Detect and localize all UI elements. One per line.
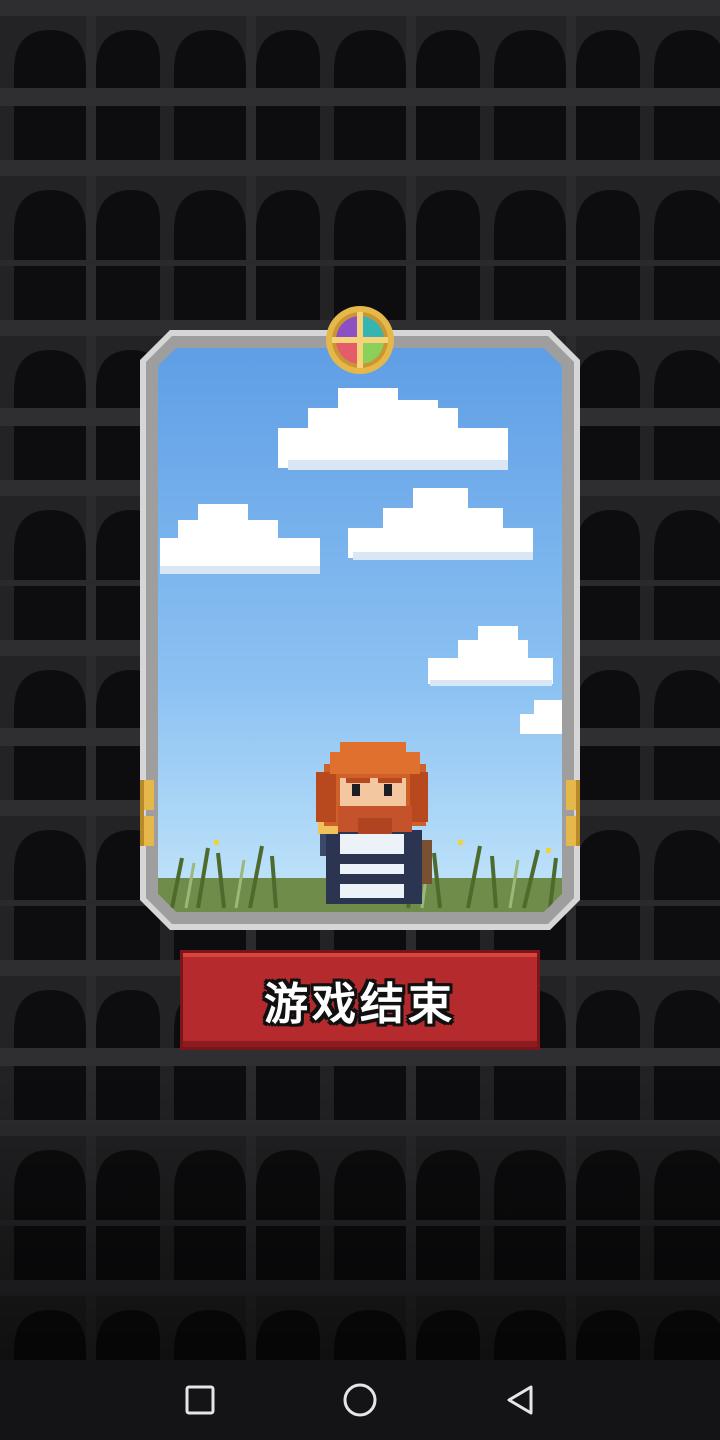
quad-gem-emblem-icon (326, 306, 394, 374)
right-gold-tab-icon (566, 780, 580, 846)
square-icon (185, 1385, 215, 1415)
back-button[interactable] (498, 1378, 542, 1422)
home-button[interactable] (338, 1378, 382, 1422)
left-gold-tab-icon (140, 780, 154, 846)
circle-icon (343, 1383, 377, 1417)
character-card (140, 306, 580, 930)
recent-apps-button[interactable] (178, 1378, 222, 1422)
game-over-button[interactable]: 游戏结束 (180, 950, 540, 1050)
sky-scene (158, 348, 562, 912)
red-bearded-warrior-sprite (316, 742, 432, 904)
game-over-label: 游戏结束 (264, 979, 456, 1030)
card-artwork (158, 348, 562, 912)
system-navigation-bar (0, 1360, 720, 1440)
triangle-back-icon (507, 1385, 533, 1415)
